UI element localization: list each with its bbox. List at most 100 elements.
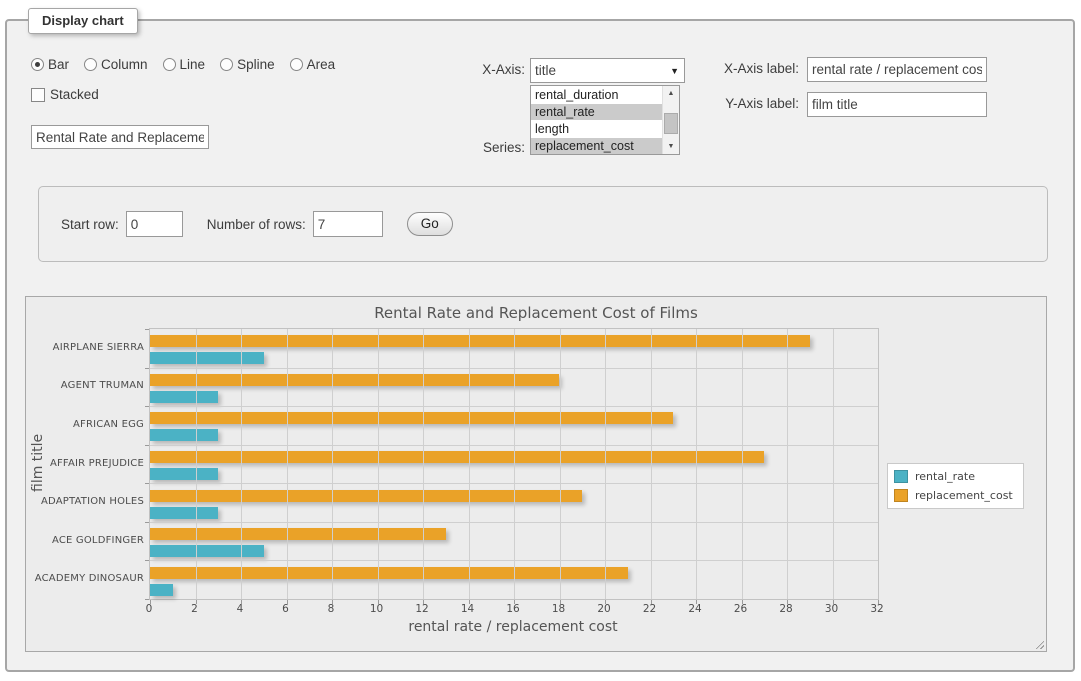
y-tick-label: AFFAIR PREJUDICE (50, 444, 144, 483)
go-button[interactable]: Go (407, 212, 453, 236)
series-listbox-label: Series: (429, 140, 525, 155)
x-tick-label: 24 (688, 603, 701, 615)
chart-container: Rental Rate and Replacement Cost of Film… (25, 296, 1047, 652)
y-tick-mark (145, 483, 149, 484)
x-tick-label: 28 (779, 603, 792, 615)
stacked-checkbox-row[interactable]: Stacked (31, 87, 99, 102)
series-option-replacement_cost[interactable]: replacement_cost (531, 138, 663, 154)
x-axis-label-caption: X-Axis label: (647, 61, 799, 76)
stacked-checkbox[interactable] (31, 88, 45, 102)
chart-type-option-spline[interactable]: Spline (220, 57, 275, 72)
display-chart-panel: BarColumnLineSplineArea Stacked X-Axis: … (5, 19, 1075, 672)
gridline-vertical (241, 329, 242, 599)
series-option-rental_duration[interactable]: rental_duration (531, 87, 663, 103)
gridline-vertical (696, 329, 697, 599)
gridline-vertical (287, 329, 288, 599)
y-axis-label-input[interactable] (807, 92, 987, 117)
legend-entry-replacement_cost: replacement_cost (894, 489, 1013, 502)
x-tick-label: 20 (597, 603, 610, 615)
radio-icon[interactable] (84, 58, 97, 71)
chart-title-input[interactable] (31, 125, 209, 149)
gridline-horizontal (150, 368, 878, 369)
x-axis-select-label: X-Axis: (429, 62, 525, 77)
y-axis-title: film title (30, 328, 48, 598)
x-tick-label: 2 (191, 603, 198, 615)
gridline-vertical (560, 329, 561, 599)
y-tick-mark (145, 522, 149, 523)
x-tick-label: 26 (734, 603, 747, 615)
y-tick-label: AGENT TRUMAN (50, 367, 144, 406)
radio-label: Line (180, 57, 206, 72)
gridline-vertical (469, 329, 470, 599)
x-tick-label: 4 (237, 603, 244, 615)
radio-label: Spline (237, 57, 275, 72)
y-tick-mark (145, 406, 149, 407)
y-tick-label: AIRPLANE SIERRA (50, 328, 144, 367)
bar-rental_rate (150, 584, 173, 596)
resize-grip-icon[interactable] (1033, 638, 1044, 649)
chart-type-option-area[interactable]: Area (290, 57, 336, 72)
y-tick-mark (145, 329, 149, 330)
radio-icon[interactable] (31, 58, 44, 71)
x-tick-label: 10 (370, 603, 383, 615)
y-axis-label-caption: Y-Axis label: (647, 96, 799, 111)
start-row-input[interactable] (126, 211, 183, 237)
x-tick-label: 18 (552, 603, 565, 615)
series-option-rental_rate[interactable]: rental_rate (531, 104, 663, 120)
bar-replacement_cost (150, 567, 628, 579)
scroll-down-icon[interactable]: ▼ (663, 139, 679, 154)
y-tick-label: ACADEMY DINOSAUR (50, 559, 144, 598)
bar-rental_rate (150, 545, 264, 557)
legend-swatch (894, 470, 908, 483)
x-tick-label: 0 (146, 603, 153, 615)
y-tick-label: ADAPTATION HOLES (50, 482, 144, 521)
bar-replacement_cost (150, 335, 810, 347)
bar-replacement_cost (150, 412, 673, 424)
radio-label: Bar (48, 57, 69, 72)
radio-label: Column (101, 57, 148, 72)
radio-icon[interactable] (290, 58, 303, 71)
legend-label: replacement_cost (915, 489, 1013, 502)
bar-rental_rate (150, 352, 264, 364)
radio-icon[interactable] (220, 58, 233, 71)
gridline-vertical (742, 329, 743, 599)
x-axis-label-input[interactable] (807, 57, 987, 82)
stacked-label: Stacked (50, 87, 99, 102)
gridline-horizontal (150, 445, 878, 446)
x-tick-labels: 02468101214161820222426283032 (149, 603, 877, 617)
radio-icon[interactable] (163, 58, 176, 71)
row-range-box: Start row: Number of rows: Go (38, 186, 1048, 262)
bar-replacement_cost (150, 451, 764, 463)
chart-type-option-line[interactable]: Line (163, 57, 206, 72)
gridline-horizontal (150, 406, 878, 407)
chart-title: Rental Rate and Replacement Cost of Film… (26, 304, 1046, 322)
bar-rental_rate (150, 429, 218, 441)
series-option-length[interactable]: length (531, 121, 663, 137)
y-tick-mark (145, 560, 149, 561)
x-tick-label: 8 (328, 603, 335, 615)
number-of-rows-input[interactable] (313, 211, 383, 237)
gridline-vertical (651, 329, 652, 599)
x-tick-label: 12 (415, 603, 428, 615)
y-tick-label: AFRICAN EGG (50, 405, 144, 444)
chart-legend: rental_rate replacement_cost (887, 463, 1024, 509)
start-row-label: Start row: (61, 217, 119, 232)
chart-type-option-bar[interactable]: Bar (31, 57, 69, 72)
chart-type-option-column[interactable]: Column (84, 57, 148, 72)
bar-rental_rate (150, 507, 218, 519)
gridline-vertical (605, 329, 606, 599)
display-chart-tab: Display chart (28, 8, 138, 34)
bar-replacement_cost (150, 490, 582, 502)
y-tick-label: ACE GOLDFINGER (50, 521, 144, 560)
x-tick-label: 6 (282, 603, 289, 615)
x-axis-selected-value: title (535, 63, 556, 78)
legend-label: rental_rate (915, 470, 975, 483)
scrollbar-thumb[interactable] (664, 113, 678, 134)
bar-rental_rate (150, 468, 218, 480)
bar-replacement_cost (150, 374, 559, 386)
gridline-vertical (514, 329, 515, 599)
y-tick-mark (145, 445, 149, 446)
gridline-horizontal (150, 522, 878, 523)
radio-label: Area (307, 57, 336, 72)
x-tick-label: 30 (825, 603, 838, 615)
